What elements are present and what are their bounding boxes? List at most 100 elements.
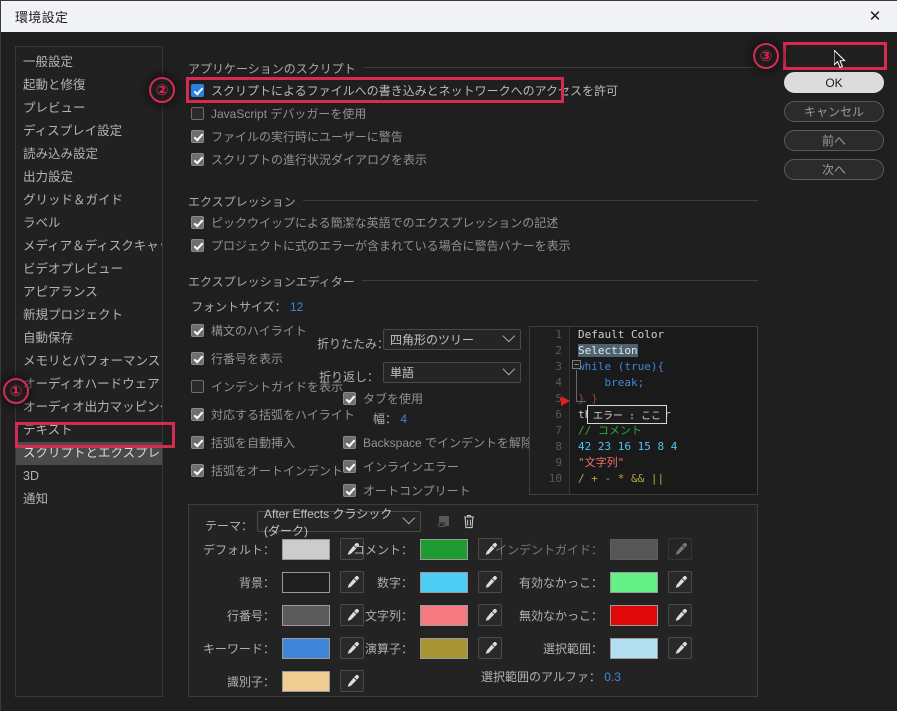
duplicate-icon[interactable] [434,512,454,530]
selection-alpha-label: 選択範囲のアルファ： [481,670,601,684]
sidebar-item-10[interactable]: アピアランス [16,281,162,304]
checkbox-box[interactable] [343,392,356,405]
sidebar-item-8[interactable]: メディア＆ディスクキャッシュ [16,235,162,258]
sidebar-item-11[interactable]: 新規プロジェクト [16,304,162,327]
sidebar-item-1[interactable]: 起動と修復 [16,74,162,97]
font-size-value[interactable]: 12 [290,300,303,314]
color-row-left-3: キーワード： [201,637,364,659]
sidebar-item-19[interactable]: 通知 [16,488,162,511]
color-swatch[interactable] [420,538,468,560]
checkbox-box[interactable] [343,460,356,473]
dialog-body: 一般設定 起動と修復 プレビュー ディスプレイ設定 読み込み設定 出力設定 グリッド＆ガイド… [1,32,897,711]
checkbox-label: 括弧を自動挿入 [211,436,296,450]
checkbox-warn-user-on-file-execute[interactable]: ファイルの実行時にユーザーに警告 [191,128,403,145]
checkbox-box[interactable] [191,239,204,252]
sidebar-item-13[interactable]: メモリとパフォーマンス [16,350,162,373]
checkbox-allow-script-file-network[interactable]: スクリプトによるファイルへの書き込みとネットワークへのアクセスを許可 [191,82,618,99]
sidebar-item-2[interactable]: プレビュー [16,97,162,120]
sidebar-item-12[interactable]: 自動保存 [16,327,162,350]
sidebar-item-7[interactable]: ラベル [16,212,162,235]
checkbox-use-tabs[interactable]: タブを使用 [343,390,423,407]
sidebar-item-16[interactable]: テキスト [16,419,162,442]
selection-alpha-field[interactable]: 選択範囲のアルファ： 0.3 [481,668,621,685]
sidebar-item-18[interactable]: 3D [16,465,162,488]
color-swatch[interactable] [282,538,330,560]
color-row-left-0: デフォルト： [201,538,364,560]
sidebar-item-15[interactable]: オーディオ出力マッピング [16,396,162,419]
checkbox-use-javascript-debugger[interactable]: JavaScript デバッガーを使用 [191,105,366,122]
checkbox-show-script-progress-dialog[interactable]: スクリプトの進行状況ダイアログを表示 [191,151,427,168]
eyedropper-icon[interactable] [668,538,692,560]
checkbox-box[interactable] [343,436,356,449]
checkbox-box[interactable] [191,153,204,166]
checkbox-highlight-matching-brackets[interactable]: 対応する括弧をハイライト [191,406,355,423]
color-row-label: 行番号： [226,608,275,623]
checkbox-box[interactable] [191,380,204,393]
checkbox-box[interactable] [191,107,204,120]
previous-button[interactable]: 前へ [784,130,884,151]
checkbox-pickwhip-plain-english[interactable]: ピックウイップによる簡潔な英語でのエクスプレッションの記述 [191,214,558,231]
checkbox-backspace-unindent[interactable]: Backspace でインデントを解除 [343,434,533,451]
checkbox-show-warning-banner[interactable]: プロジェクトに式のエラーが含まれている場合に警告バナーを表示 [191,237,571,254]
checkbox-inline-errors[interactable]: インラインエラー [343,458,459,475]
checkbox-box[interactable] [191,216,204,229]
sidebar-item-9[interactable]: ビデオプレビュー [16,258,162,281]
fold-label: 折りたたみ： [317,337,390,351]
sidebar-item-14[interactable]: オーディオハードウェア [16,373,162,396]
checkbox-box[interactable] [191,408,204,421]
trash-icon[interactable] [459,512,479,530]
fold-select[interactable]: 四角形のツリー [383,329,521,350]
color-swatch[interactable] [420,637,468,659]
eyedropper-icon[interactable] [668,604,692,626]
close-icon[interactable]: ✕ [852,1,897,32]
checkbox-syntax-highlight[interactable]: 構文のハイライト [191,322,307,339]
color-swatch[interactable] [610,604,658,626]
tab-width-label: 幅： [373,412,398,426]
tab-width-value[interactable]: 4 [400,412,407,426]
selection-alpha-value[interactable]: 0.3 [604,670,621,684]
checkbox-show-line-numbers[interactable]: 行番号を表示 [191,350,283,367]
color-swatch[interactable] [610,538,658,560]
checkbox-box[interactable] [343,484,356,497]
cancel-button[interactable]: キャンセル [784,101,884,122]
wrap-label: 折り返し： [318,370,379,384]
checkbox-box[interactable] [191,130,204,143]
color-swatch[interactable] [282,571,330,593]
color-swatch[interactable] [420,604,468,626]
wrap-select[interactable]: 単語 [383,362,521,383]
step-marker-1: ① [3,378,29,404]
sidebar-item-4[interactable]: 読み込み設定 [16,143,162,166]
checkbox-box[interactable] [191,352,204,365]
tab-width-field[interactable]: 幅： 4 [373,410,407,427]
color-swatch[interactable] [610,571,658,593]
code-line: while (true){ [578,359,757,375]
color-swatch[interactable] [420,571,468,593]
fold-collapse-icon[interactable]: − [572,360,581,369]
color-row-left-1: 背景： [201,571,364,593]
next-button[interactable]: 次へ [784,159,884,180]
checkbox-auto-insert-brackets[interactable]: 括弧を自動挿入 [191,434,295,451]
sidebar-item-0[interactable]: 一般設定 [16,51,162,74]
eyedropper-icon[interactable] [668,571,692,593]
theme-select[interactable]: After Effects クラシック (ダーク) [257,507,421,538]
category-sidebar[interactable]: 一般設定 起動と修復 プレビュー ディスプレイ設定 読み込み設定 出力設定 グリッド＆ガイド… [15,46,163,697]
checkbox-box[interactable] [191,436,204,449]
color-swatch[interactable] [282,670,330,692]
sidebar-item-5[interactable]: 出力設定 [16,166,162,189]
checkbox-box[interactable] [191,464,204,477]
color-swatch[interactable] [282,637,330,659]
eyedropper-icon[interactable] [668,637,692,659]
color-swatch[interactable] [610,637,658,659]
error-arrow-icon [561,396,570,406]
checkbox-box[interactable] [191,324,204,337]
ok-button[interactable]: OK [784,72,884,93]
sidebar-item-3[interactable]: ディスプレイ設定 [16,120,162,143]
sidebar-item-17[interactable]: スクリプトとエクスプレッション [16,442,162,465]
font-size-field[interactable]: フォントサイズ： 12 [191,298,303,315]
sidebar-item-6[interactable]: グリッド＆ガイド [16,189,162,212]
checkbox-autocomplete[interactable]: オートコンプリート [343,482,471,499]
checkbox-auto-indent-brackets[interactable]: 括弧をオートインデント [191,462,343,479]
color-swatch[interactable] [282,604,330,626]
eyedropper-icon[interactable] [340,670,364,692]
checkbox-box[interactable] [191,84,204,97]
